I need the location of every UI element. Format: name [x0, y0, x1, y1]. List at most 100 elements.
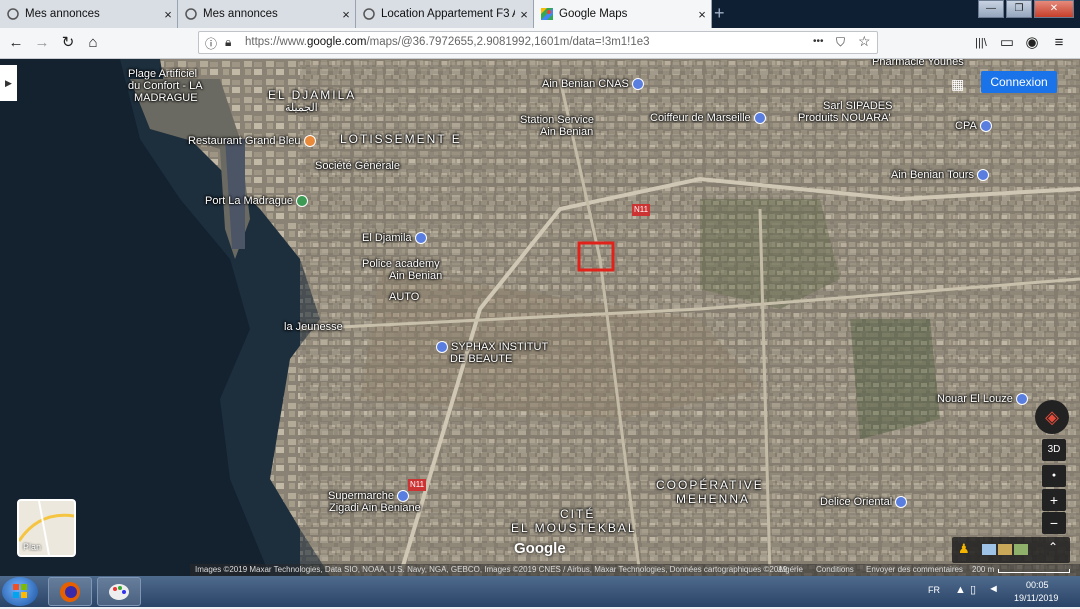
battery-icon[interactable]: ▯ [970, 583, 976, 596]
compass-icon[interactable]: ◈ [1035, 400, 1069, 434]
bookmark-star-icon[interactable]: ☆ [858, 33, 871, 50]
scale-label[interactable]: 200 m [972, 564, 994, 576]
map-label[interactable]: Zigadi Ain Beniane [329, 502, 421, 514]
tab-close-icon[interactable]: × [515, 7, 533, 22]
address-bar[interactable]: ⓘ 🔒︎ https://www.google.com/maps/@36.797… [198, 31, 878, 54]
navigation-bar: ← → ↻ ⌂ ⓘ 🔒︎ https://www.google.com/maps… [0, 28, 1080, 59]
menu-icon[interactable]: ≡ [1048, 32, 1070, 54]
tab-mes-annonces-1[interactable]: Mes annonces × [0, 0, 178, 28]
country-link[interactable]: Algérie [778, 564, 803, 576]
map-label[interactable]: SYPHAX INSTITUT [436, 341, 548, 354]
forward-button[interactable]: → [31, 32, 53, 54]
place-pin-icon [976, 169, 989, 182]
map-label[interactable]: Société Générale [315, 160, 400, 172]
map-label[interactable]: Delice Oriental [820, 496, 908, 509]
site-icon [7, 8, 19, 20]
road-badge: N11 [408, 479, 427, 491]
tab-close-icon[interactable]: × [159, 7, 177, 22]
pocket-icon[interactable]: ⛉ [836, 35, 845, 50]
map-label[interactable]: Ain Benian [389, 270, 442, 282]
place-pin-icon [631, 78, 644, 91]
account-icon[interactable]: ◉ [1021, 32, 1043, 54]
tab-close-icon[interactable]: × [693, 7, 711, 22]
reload-button[interactable]: ↻ [57, 32, 79, 54]
tab-close-icon[interactable]: × [337, 7, 355, 22]
new-tab-button[interactable]: + [714, 3, 725, 24]
map-label[interactable]: la Jeunesse [284, 321, 343, 333]
tray-up-arrow-icon[interactable]: ▲ [955, 584, 966, 596]
map-label[interactable]: Sarl SIPADES [823, 100, 893, 112]
map-label[interactable]: Ain Benian [540, 126, 593, 138]
maximize-button[interactable]: ❐ [1006, 0, 1032, 18]
expand-icon[interactable]: ⌃ [1048, 540, 1058, 554]
shop-pin-icon [895, 496, 908, 509]
tab-location-appartement[interactable]: Location Appartement F3 Alge × [356, 0, 534, 28]
map-label[interactable]: Port La Madrague [205, 195, 309, 208]
place-pin-icon [436, 341, 448, 354]
map-label[interactable]: Plage Artificiel [128, 68, 197, 80]
shop-pin-icon [397, 490, 410, 503]
map-label: COOPÉRATIVE [656, 478, 764, 492]
map-label[interactable]: DE BEAUTE [450, 353, 512, 365]
feedback-link[interactable]: Envoyer des commentaires [866, 564, 963, 576]
place-pin-icon [753, 112, 766, 125]
page-actions-icon[interactable]: ••• [813, 36, 824, 47]
pegman-icon[interactable]: ♟ [958, 541, 970, 557]
close-window-button[interactable]: ✕ [1034, 0, 1074, 18]
map-label[interactable]: du Confort - LA [128, 80, 203, 92]
satellite-map[interactable]: ▶ ▦ Connexion Plage Artificiel du Confor… [0, 59, 1080, 576]
url-text[interactable]: https://www.google.com/maps/@36.7972655,… [245, 36, 650, 48]
volume-icon[interactable]: ◄ [988, 583, 999, 595]
map-label[interactable]: Ain Benian CNAS [542, 78, 644, 91]
start-button[interactable] [2, 577, 38, 606]
map-label[interactable]: Restaurant Grand Bleu [188, 135, 316, 148]
google-maps-icon [541, 8, 553, 20]
my-location-button[interactable]: ● [1042, 465, 1066, 487]
library-icon[interactable]: |||\ [970, 32, 992, 54]
map-label[interactable]: Supermarche [328, 490, 410, 503]
imagery-thumbnail[interactable] [998, 544, 1012, 555]
info-icon[interactable]: ⓘ [205, 35, 217, 52]
home-button[interactable]: ⌂ [82, 32, 104, 54]
imagery-thumbnail[interactable] [982, 544, 996, 555]
tab-google-maps[interactable]: Google Maps × [534, 0, 712, 28]
zoom-in-button[interactable]: + [1042, 489, 1066, 511]
map-label[interactable]: CPA [955, 120, 992, 133]
map-label[interactable]: Nouar El Louze [937, 393, 1028, 406]
taskbar-firefox[interactable] [48, 577, 92, 606]
map-label[interactable]: Station Service [520, 114, 594, 126]
tab-title: Mes annonces [25, 8, 100, 20]
grid-icon[interactable]: ▦ [951, 76, 964, 93]
minimize-button[interactable]: — [978, 0, 1004, 18]
map-label[interactable]: Coiffeur de Marseille [650, 112, 766, 125]
map-label[interactable]: MADRAGUE [134, 92, 198, 104]
terms-link[interactable]: Conditions [816, 564, 854, 576]
map-label[interactable]: Produits NOUARA' [798, 112, 891, 124]
map-label[interactable]: El Djamila [362, 232, 427, 245]
sidebar-icon[interactable]: ▭ [996, 32, 1018, 54]
bank-pin-icon [979, 120, 992, 133]
side-panel-toggle[interactable]: ▶ [0, 65, 17, 101]
lock-icon[interactable]: 🔒︎ [225, 35, 231, 50]
tab-title: Mes annonces [203, 8, 278, 20]
map-label[interactable]: AUTO [389, 291, 419, 303]
tab-title: Location Appartement F3 Alge [381, 8, 515, 20]
map-label: MEHENNA [676, 492, 751, 506]
language-indicator[interactable]: FR [928, 585, 940, 595]
imagery-thumbnail[interactable] [1014, 544, 1028, 555]
tab-mes-annonces-2[interactable]: Mes annonces × [178, 0, 356, 28]
zoom-out-button[interactable]: − [1042, 512, 1066, 534]
clock-date[interactable]: 19/11/2019 [1014, 593, 1058, 603]
taskbar-paint[interactable] [97, 577, 141, 606]
sign-in-button[interactable]: Connexion [981, 71, 1057, 93]
map-label: EL DJAMILA [268, 88, 357, 102]
back-button[interactable]: ← [5, 32, 27, 54]
clock-time[interactable]: 00:05 [1026, 580, 1049, 590]
tilt-3d-button[interactable]: 3D [1042, 439, 1066, 461]
map-label[interactable]: Police academy [362, 258, 440, 270]
place-pin-icon [414, 232, 427, 245]
map-label: LOTISSEMENT E [340, 132, 462, 146]
map-label[interactable]: Pharmacie Younes [872, 59, 964, 68]
map-label[interactable]: Ain Benian Tours [891, 169, 989, 182]
map-type-toggle[interactable]: Plan [17, 499, 76, 557]
